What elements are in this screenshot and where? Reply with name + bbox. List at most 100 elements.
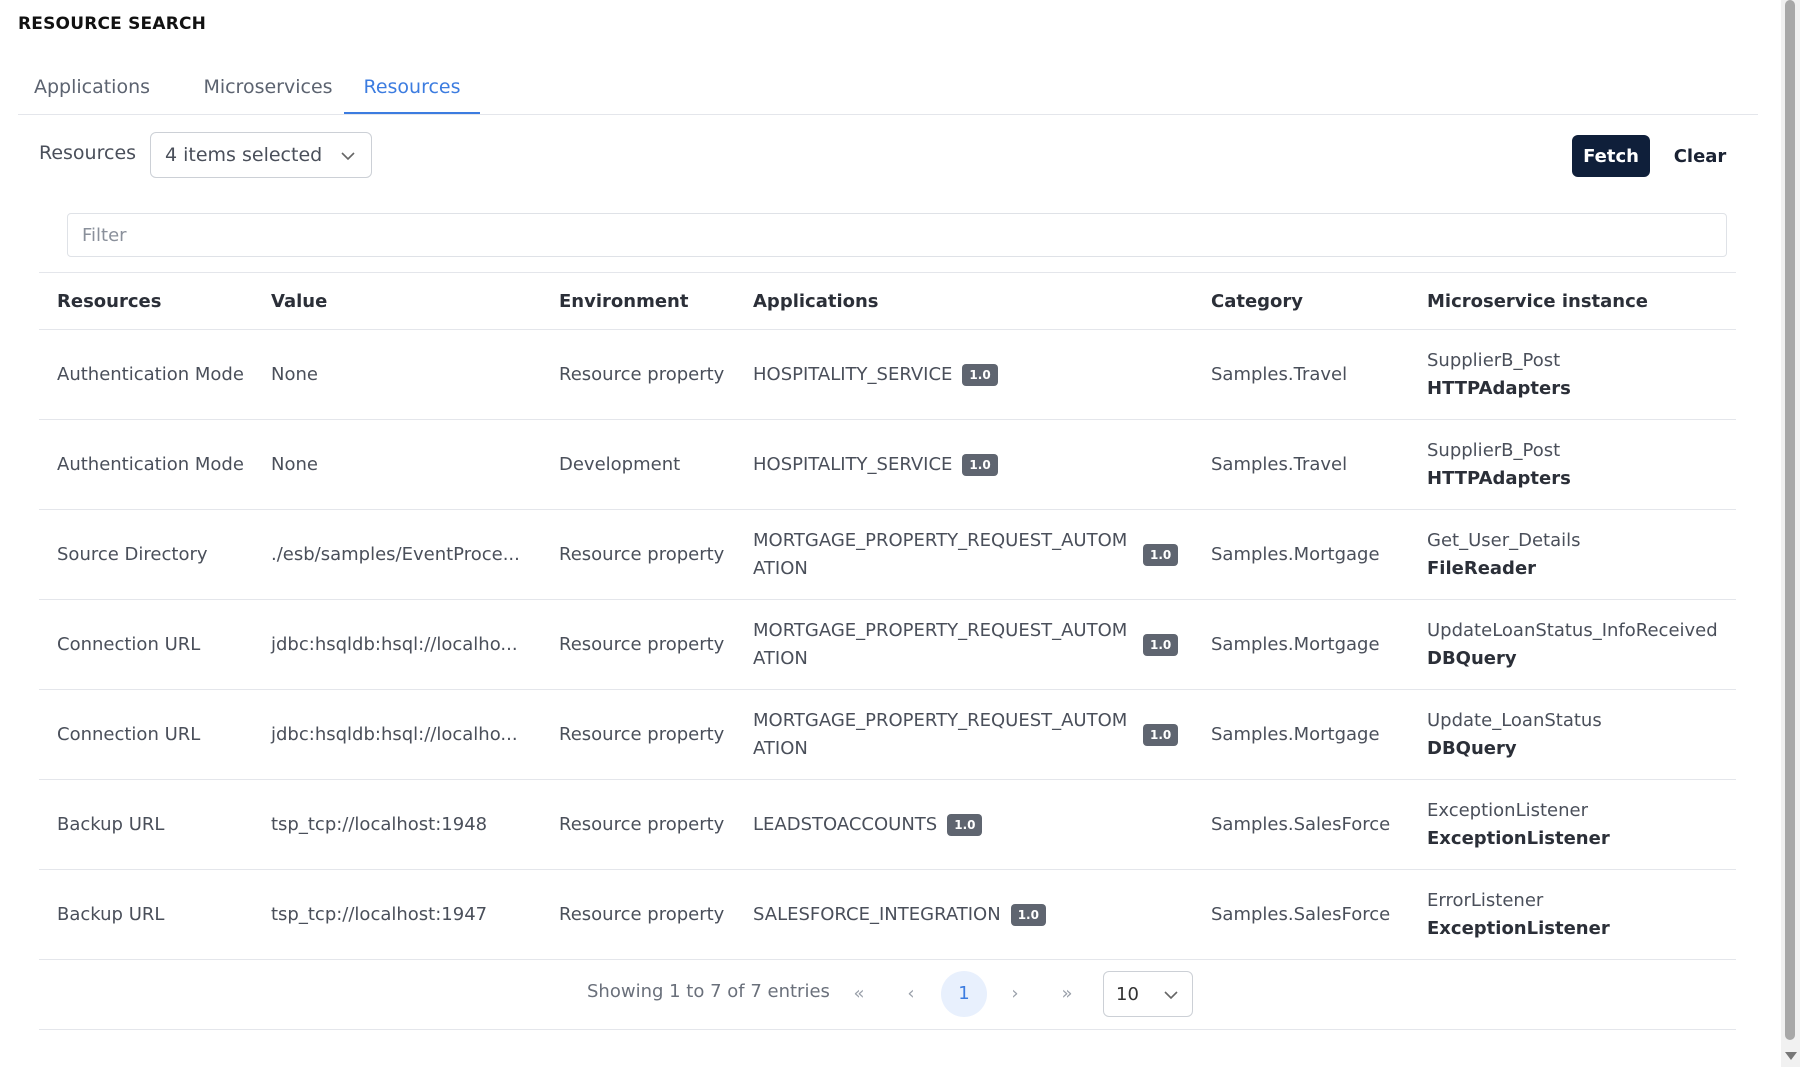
table-row[interactable]: Backup URL tsp_tcp://localhost:1948 Reso…: [39, 779, 1736, 870]
table-row[interactable]: Connection URL jdbc:hsqldb:hsql://localh…: [39, 599, 1736, 690]
next-page-button[interactable]: ›: [1003, 983, 1027, 1004]
cell-value: tsp_tcp://localhost:1947: [253, 869, 541, 960]
cell-application: HOSPITALITY_SERVICE 1.0: [735, 419, 1193, 510]
microservice-name: Update_LoanStatus: [1427, 709, 1602, 731]
pagination-info: Showing 1 to 7 of 7 entries: [587, 981, 830, 1002]
version-badge: 1.0: [962, 453, 998, 476]
chevron-down-icon: [341, 152, 355, 161]
microservice-type: ExceptionListener: [1427, 827, 1610, 849]
table-row[interactable]: Connection URL jdbc:hsqldb:hsql://localh…: [39, 689, 1736, 780]
cell-category: Samples.Mortgage: [1193, 599, 1409, 690]
previous-page-button[interactable]: ‹: [899, 983, 923, 1004]
current-page-button[interactable]: 1: [941, 971, 987, 1017]
cell-microservice: SupplierB_Post HTTPAdapters: [1409, 419, 1736, 510]
cell-resource: Backup URL: [39, 869, 253, 960]
cell-environment: Resource property: [541, 689, 735, 780]
last-page-button[interactable]: »: [1055, 983, 1079, 1004]
microservice-name: ExceptionListener: [1427, 799, 1589, 821]
chevron-down-icon: [1164, 991, 1178, 1000]
cell-value: jdbc:hsqldb:hsql://localho...: [253, 689, 541, 780]
column-header-category[interactable]: Category: [1193, 272, 1409, 330]
cell-resource: Backup URL: [39, 779, 253, 870]
microservice-name: ErrorListener: [1427, 889, 1544, 911]
resources-table: Resources Value Environment Applications…: [39, 272, 1736, 960]
cell-category: Samples.Travel: [1193, 419, 1409, 510]
cell-environment: Resource property: [541, 779, 735, 870]
application-name: LEADSTOACCOUNTS: [753, 813, 938, 835]
cell-environment: Resource property: [541, 599, 735, 690]
table-row[interactable]: Authentication Mode None Resource proper…: [39, 329, 1736, 420]
page-title: RESOURCE SEARCH: [18, 14, 207, 34]
microservice-name: SupplierB_Post: [1427, 439, 1561, 461]
microservice-type: DBQuery: [1427, 647, 1517, 669]
cell-environment: Resource property: [541, 869, 735, 960]
resources-select-value: 4 items selected: [165, 144, 323, 166]
resources-multiselect[interactable]: 4 items selected: [150, 132, 372, 178]
vertical-scrollbar[interactable]: [1781, 0, 1800, 1067]
cell-category: Samples.Mortgage: [1193, 509, 1409, 600]
microservice-type: HTTPAdapters: [1427, 377, 1571, 399]
microservice-name: SupplierB_Post: [1427, 349, 1561, 371]
cell-microservice: Update_LoanStatus DBQuery: [1409, 689, 1736, 780]
cell-application: SALESFORCE_INTEGRATION 1.0: [735, 869, 1193, 960]
version-badge: 1.0: [1143, 633, 1179, 656]
cell-value: None: [253, 419, 541, 510]
column-header-value[interactable]: Value: [253, 272, 541, 330]
cell-microservice: SupplierB_Post HTTPAdapters: [1409, 329, 1736, 420]
cell-resource: Authentication Mode: [39, 329, 253, 420]
microservice-type: ExceptionListener: [1427, 917, 1610, 939]
cell-application: MORTGAGE_PROPERTY_REQUEST_AUTOMATION 1.0: [735, 509, 1193, 600]
column-header-resources[interactable]: Resources: [39, 272, 253, 330]
tab-resources[interactable]: Resources: [344, 66, 480, 114]
table-row[interactable]: Authentication Mode None Development HOS…: [39, 419, 1736, 510]
cell-category: Samples.SalesForce: [1193, 779, 1409, 870]
microservice-type: HTTPAdapters: [1427, 467, 1571, 489]
cell-application: MORTGAGE_PROPERTY_REQUEST_AUTOMATION 1.0: [735, 689, 1193, 780]
cell-value: None: [253, 329, 541, 420]
column-header-microservice-instance[interactable]: Microservice instance: [1409, 272, 1736, 330]
microservice-type: FileReader: [1427, 557, 1537, 579]
version-badge: 1.0: [947, 813, 983, 836]
cell-environment: Resource property: [541, 509, 735, 600]
table-header-row: Resources Value Environment Applications…: [39, 272, 1736, 330]
fetch-button[interactable]: Fetch: [1572, 135, 1650, 177]
version-badge: 1.0: [1010, 903, 1046, 926]
pagination: Showing 1 to 7 of 7 entries « ‹ 1 › » 10: [39, 959, 1736, 1030]
first-page-button[interactable]: «: [847, 983, 871, 1004]
cell-category: Samples.SalesForce: [1193, 869, 1409, 960]
version-badge: 1.0: [962, 363, 998, 386]
version-badge: 1.0: [1143, 723, 1179, 746]
cell-environment: Development: [541, 419, 735, 510]
table-row[interactable]: Source Directory ./esb/samples/EventProc…: [39, 509, 1736, 600]
cell-resource: Connection URL: [39, 689, 253, 780]
application-name: HOSPITALITY_SERVICE: [753, 453, 953, 475]
microservice-type: DBQuery: [1427, 737, 1517, 759]
cell-category: Samples.Mortgage: [1193, 689, 1409, 780]
cell-microservice: Get_User_Details FileReader: [1409, 509, 1736, 600]
tab-microservices[interactable]: Microservices: [184, 66, 352, 113]
cell-resource: Authentication Mode: [39, 419, 253, 510]
page-size-value: 10: [1116, 984, 1139, 1005]
application-name: SALESFORCE_INTEGRATION: [753, 903, 1001, 925]
cell-value: ./esb/samples/EventProce...: [253, 509, 541, 600]
scrollbar-thumb[interactable]: [1785, 0, 1795, 1040]
cell-resource: Connection URL: [39, 599, 253, 690]
tab-applications[interactable]: Applications: [30, 66, 154, 113]
column-header-applications[interactable]: Applications: [735, 272, 1193, 330]
cell-value: jdbc:hsqldb:hsql://localho...: [253, 599, 541, 690]
application-name: MORTGAGE_PROPERTY_REQUEST_AUTOMATION: [753, 619, 1128, 669]
cell-category: Samples.Travel: [1193, 329, 1409, 420]
page-size-select[interactable]: 10: [1103, 971, 1193, 1017]
cell-microservice: ErrorListener ExceptionListener: [1409, 869, 1736, 960]
scroll-down-arrow-icon[interactable]: [1785, 1052, 1797, 1060]
clear-button[interactable]: Clear: [1664, 135, 1736, 177]
microservice-name: Get_User_Details: [1427, 529, 1581, 551]
cell-application: LEADSTOACCOUNTS 1.0: [735, 779, 1193, 870]
cell-resource: Source Directory: [39, 509, 253, 600]
cell-environment: Resource property: [541, 329, 735, 420]
column-header-environment[interactable]: Environment: [541, 272, 735, 330]
table-row[interactable]: Backup URL tsp_tcp://localhost:1947 Reso…: [39, 869, 1736, 960]
filter-input[interactable]: [67, 213, 1727, 257]
application-name: MORTGAGE_PROPERTY_REQUEST_AUTOMATION: [753, 709, 1128, 759]
cell-application: MORTGAGE_PROPERTY_REQUEST_AUTOMATION 1.0: [735, 599, 1193, 690]
